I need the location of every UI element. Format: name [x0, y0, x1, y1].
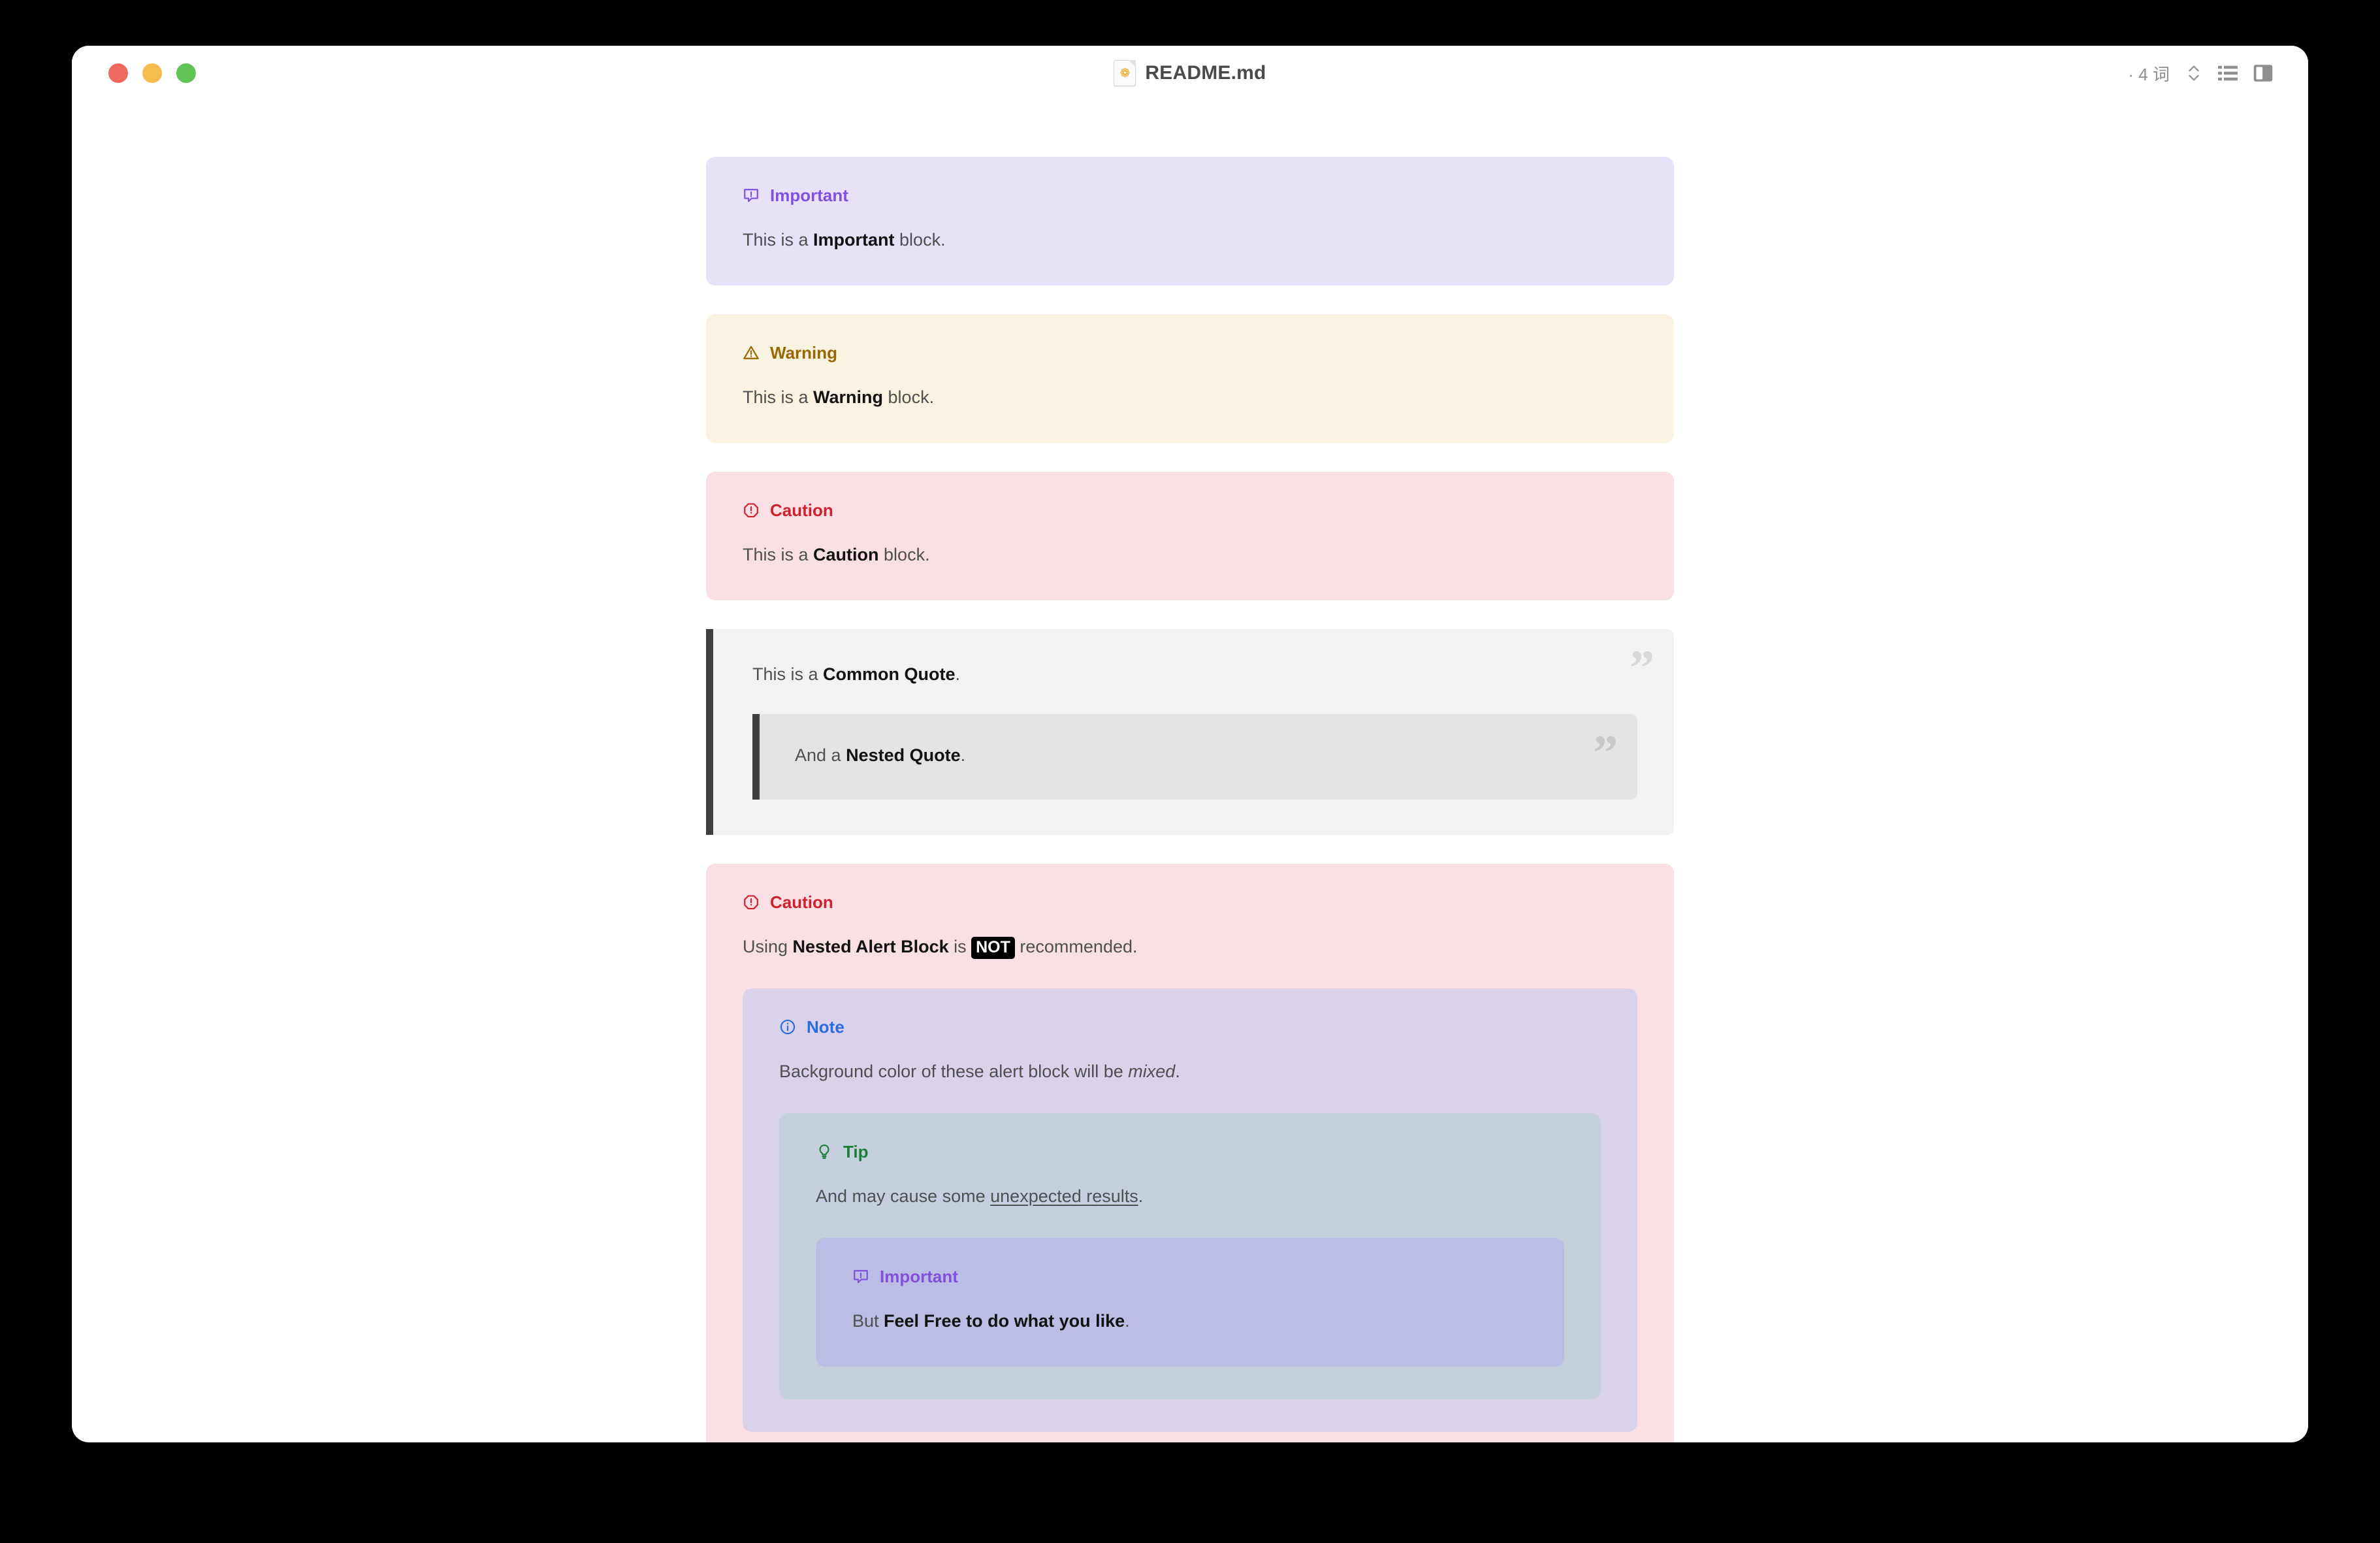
alert-label: Note: [807, 1016, 844, 1037]
triangle-alert-icon: [743, 344, 760, 361]
text-strong: Feel Free to do what you like: [884, 1311, 1125, 1331]
text-fragment: And may cause some: [816, 1186, 991, 1206]
text-fragment: And a: [795, 745, 846, 765]
alert-header-caution: Caution: [743, 502, 1637, 519]
markdown-page: Important This is a Important block. War…: [706, 101, 1674, 1442]
text-fragment: But: [852, 1311, 884, 1331]
text-fragment: .: [1138, 1186, 1144, 1206]
list-icon[interactable]: [2218, 63, 2238, 83]
text-strong: Caution: [813, 545, 879, 565]
text-fragment: This is a: [743, 545, 814, 565]
alert-block-tip: Tip And may cause some unexpected result…: [779, 1113, 1601, 1400]
alert-header-caution-nested: Caution: [743, 894, 1637, 911]
text-underlined: unexpected results: [990, 1186, 1138, 1206]
alert-text-note: Background color of these alert block wi…: [779, 1059, 1601, 1084]
word-count-label[interactable]: · 4 词: [2128, 61, 2170, 86]
app-window: ❁ README.md · 4 词 Important This is a Im…: [72, 46, 2308, 1442]
text-fragment: .: [960, 745, 966, 765]
close-button[interactable]: [108, 63, 128, 83]
text-fragment: This is a: [743, 387, 814, 408]
alert-label: Caution: [770, 500, 833, 521]
text-fragment: block.: [878, 545, 930, 565]
quote-mark-icon: ”: [1593, 725, 1618, 781]
alert-label: Tip: [843, 1141, 869, 1161]
alert-text-warning: This is a Warning block.: [743, 385, 1637, 410]
document-scroll-area[interactable]: Important This is a Important block. War…: [72, 101, 2308, 1442]
text-fragment: recommended.: [1014, 936, 1138, 956]
title-group: ❁ README.md: [72, 46, 2308, 101]
text-strong: Warning: [813, 387, 884, 408]
alert-text-important-inner: But Feel Free to do what you like.: [852, 1308, 1528, 1334]
sidebar-toggle-icon[interactable]: [2253, 63, 2273, 83]
text-strong: Nested Quote: [846, 745, 961, 765]
butterfly-glyph-icon: ❁: [1119, 66, 1131, 80]
text-fragment: Background color of these alert block wi…: [779, 1061, 1129, 1081]
lightbulb-icon: [816, 1143, 833, 1160]
info-circle-icon: [779, 1018, 796, 1035]
window-controls: [108, 46, 196, 101]
title-bar-actions: · 4 词: [2128, 46, 2273, 101]
blockquote-nested-text: And a Nested Quote.: [795, 743, 1605, 768]
markdown-file-icon: ❁: [1114, 60, 1136, 86]
octagon-alert-icon: [743, 502, 760, 519]
alert-text-caution: This is a Caution block.: [743, 542, 1637, 568]
text-fragment: is: [948, 936, 972, 956]
alert-block-note: Note Background color of these alert blo…: [743, 988, 1637, 1433]
alert-header-warning: Warning: [743, 344, 1637, 361]
text-fragment: This is a: [752, 664, 824, 685]
alert-text-caution-nested: Using Nested Alert Block is NOT recommen…: [743, 934, 1637, 960]
text-fragment: block.: [883, 387, 935, 408]
alert-text-tip: And may cause some unexpected results.: [816, 1184, 1564, 1209]
text-fragment: .: [1125, 1311, 1130, 1331]
blockquote-common: ” This is a Common Quote. ” And a Nested…: [706, 629, 1674, 835]
maximize-button[interactable]: [176, 63, 196, 83]
chevron-up-down-icon[interactable]: [2185, 63, 2202, 84]
alert-header-important: Important: [743, 187, 1637, 204]
minimize-button[interactable]: [142, 63, 162, 83]
text-fragment: Using: [743, 936, 793, 956]
quote-mark-icon: ”: [1630, 641, 1654, 696]
alert-label: Important: [880, 1267, 958, 1287]
text-strong: Common Quote: [823, 664, 956, 685]
title-bar: ❁ README.md · 4 词: [72, 46, 2308, 101]
alert-header-note: Note: [779, 1018, 1601, 1035]
blockquote-nested: ” And a Nested Quote.: [752, 713, 1637, 800]
alert-block-caution: Caution This is a Caution block.: [706, 472, 1674, 601]
text-emphasis: mixed: [1128, 1061, 1176, 1081]
blockquote-text: This is a Common Quote.: [752, 662, 1637, 687]
alert-text-important: This is a Important block.: [743, 227, 1637, 253]
text-fragment: block.: [894, 230, 946, 250]
alert-header-important-inner: Important: [852, 1268, 1528, 1285]
inline-code: NOT: [971, 936, 1015, 959]
alert-label: Important: [770, 186, 848, 205]
alert-label: Warning: [770, 343, 838, 363]
text-fragment: .: [1175, 1061, 1180, 1081]
alert-block-warning: Warning This is a Warning block.: [706, 314, 1674, 444]
alert-block-caution-nested: Caution Using Nested Alert Block is NOT …: [706, 863, 1674, 1442]
text-fragment: This is a: [743, 230, 814, 250]
message-alert-icon: [852, 1268, 869, 1285]
octagon-alert-icon: [743, 894, 760, 911]
alert-block-important-inner: Important But Feel Free to do what you l…: [816, 1238, 1564, 1367]
message-alert-icon: [743, 187, 760, 204]
text-strong: Important: [813, 230, 895, 250]
text-strong: Nested Alert Block: [792, 936, 949, 956]
alert-header-tip: Tip: [816, 1143, 1564, 1160]
text-fragment: .: [955, 664, 961, 685]
alert-block-important: Important This is a Important block.: [706, 157, 1674, 286]
alert-label: Caution: [770, 892, 833, 912]
page-title: README.md: [1145, 62, 1266, 84]
